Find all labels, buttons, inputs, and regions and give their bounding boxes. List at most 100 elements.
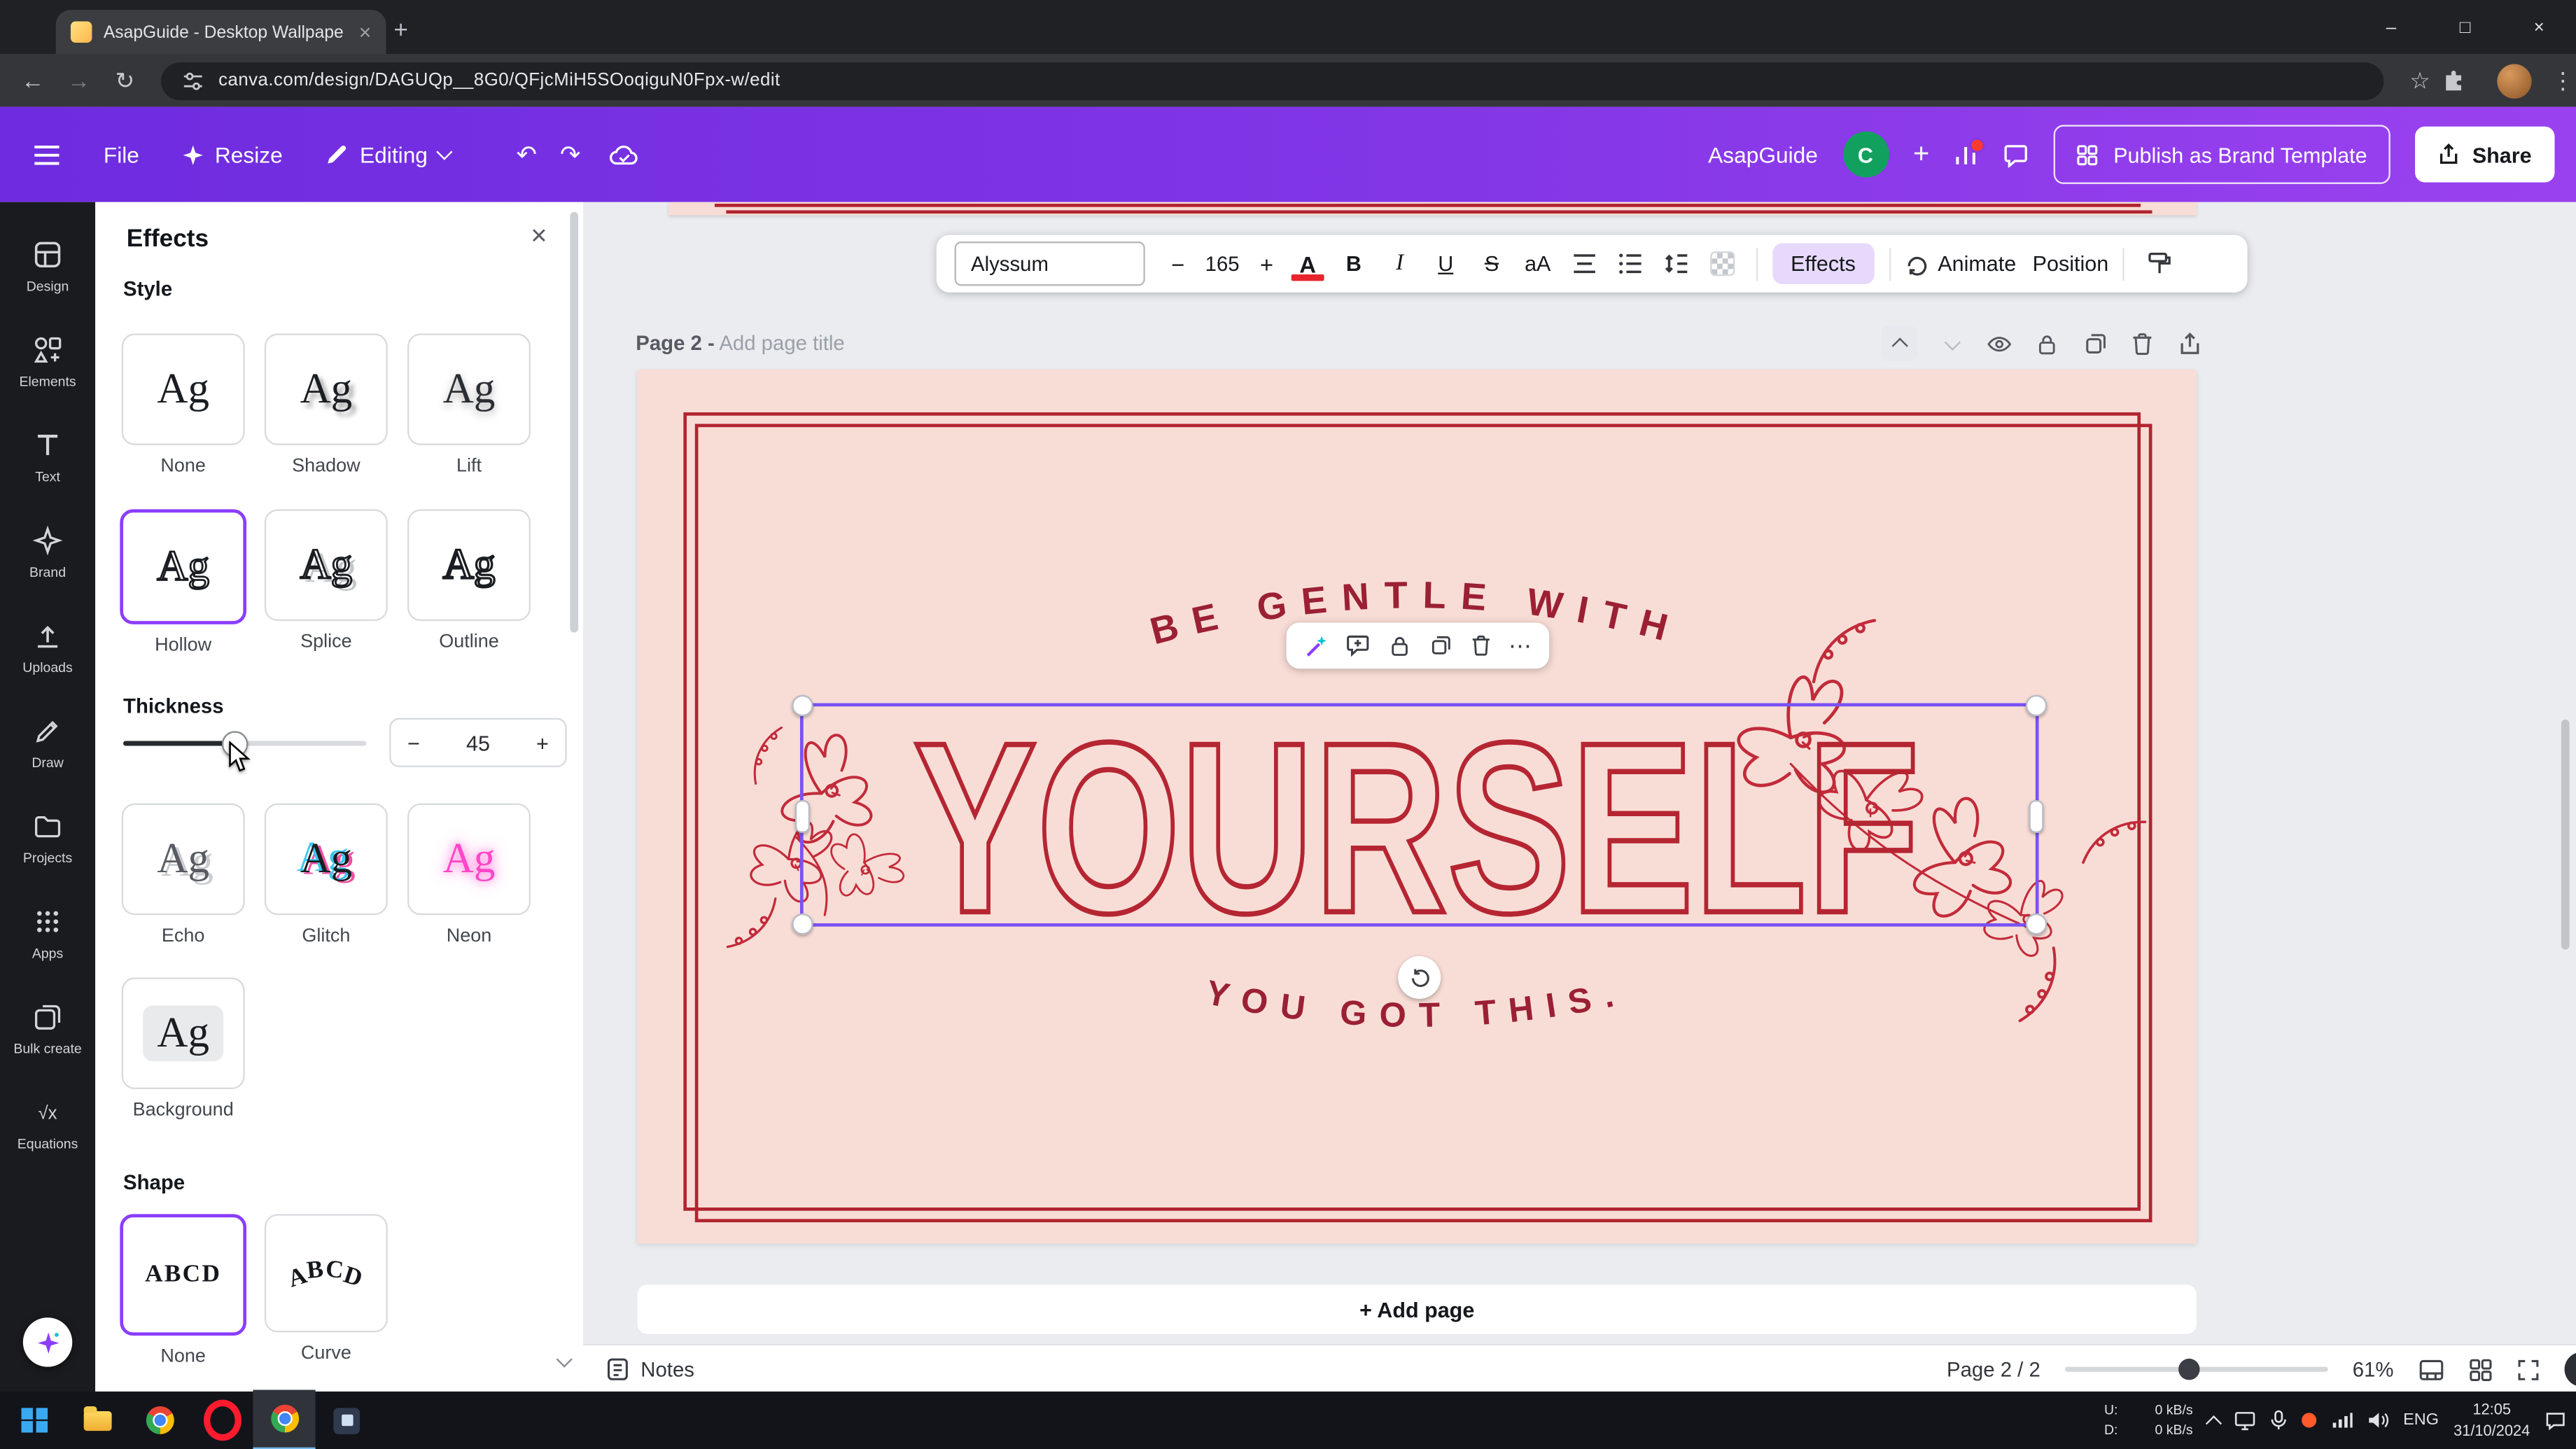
effect-card-none[interactable]: Ag None (123, 333, 243, 476)
assistant-button[interactable] (23, 1317, 72, 1366)
new-tab-button[interactable]: + (383, 11, 419, 48)
browser-profile-avatar[interactable] (2497, 63, 2531, 97)
browser-tab[interactable]: AsapGuide - Desktop Wallpape × (56, 10, 386, 54)
delete-page-button[interactable] (2129, 330, 2156, 357)
share-button[interactable]: Share (2415, 127, 2555, 183)
move-page-up-button[interactable] (1881, 326, 1917, 362)
magic-edit-button[interactable] (1304, 634, 1329, 658)
effect-card-background[interactable]: Ag Background (123, 977, 243, 1120)
sidebar-item-text[interactable]: Text (0, 409, 95, 504)
sidebar-item-apps[interactable]: Apps (0, 886, 95, 981)
language-indicator[interactable]: ENG (2403, 1411, 2439, 1429)
duplicate-element-button[interactable] (1429, 634, 1452, 657)
file-menu-button[interactable]: File (104, 142, 139, 167)
animate-button[interactable]: Animate (1905, 251, 2016, 276)
duplicate-page-button[interactable] (2082, 330, 2108, 357)
alignment-button[interactable] (1564, 253, 1603, 274)
list-button[interactable] (1610, 253, 1649, 274)
tray-monitor-button[interactable] (2234, 1410, 2255, 1430)
taskbar-clock[interactable]: 12:05 31/10/2024 (2454, 1399, 2530, 1441)
extensions-icon[interactable] (2443, 70, 2489, 92)
sidebar-item-bulk-create[interactable]: Bulk create (0, 981, 95, 1076)
zoom-value[interactable]: 61% (2353, 1358, 2394, 1381)
account-name[interactable]: AsapGuide (1708, 142, 1818, 167)
action-center-button[interactable] (2544, 1410, 2566, 1430)
window-maximize-button[interactable]: □ (2428, 0, 2502, 54)
shape-card-none[interactable]: ABCD None (123, 1214, 243, 1366)
tray-mic-button[interactable] (2270, 1410, 2286, 1432)
redo-button[interactable]: ↷ (560, 139, 581, 169)
notes-button[interactable]: Notes (606, 1357, 694, 1382)
start-button[interactable] (4, 1392, 66, 1449)
delete-element-button[interactable] (1469, 634, 1491, 657)
effect-card-glitch[interactable]: Ag Glitch (266, 804, 386, 946)
effect-card-echo[interactable]: Ag Echo (123, 804, 243, 946)
effect-card-lift[interactable]: Ag Lift (409, 333, 528, 476)
effects-button[interactable]: Effects (1772, 243, 1873, 284)
taskbar-chrome[interactable] (128, 1392, 190, 1449)
effect-card-outline[interactable]: Ag Outline (409, 510, 528, 656)
resize-handle-right[interactable] (2029, 800, 2043, 833)
transparency-button[interactable] (1702, 251, 1741, 276)
tray-network-button[interactable] (2331, 1411, 2353, 1429)
back-button[interactable]: ← (10, 67, 56, 94)
sidebar-item-projects[interactable]: Projects (0, 790, 95, 886)
text-case-button[interactable]: aA (1518, 251, 1558, 276)
sidebar-item-uploads[interactable]: Uploads (0, 600, 95, 695)
insights-button[interactable] (1954, 142, 1979, 167)
rotate-handle[interactable] (1398, 956, 1441, 999)
position-button[interactable]: Position (2033, 251, 2109, 276)
thickness-minus-button[interactable]: − (407, 730, 420, 755)
effect-card-splice[interactable]: Ag Splice (266, 510, 386, 656)
resize-handle-bottom-right[interactable] (2026, 913, 2047, 935)
comment-button[interactable] (1346, 634, 1371, 657)
thickness-value[interactable]: 45 (466, 730, 490, 755)
panel-close-icon[interactable]: × (531, 220, 547, 253)
font-size-value[interactable]: 165 (1199, 252, 1245, 275)
zoom-slider-thumb[interactable] (2178, 1358, 2200, 1380)
add-member-button[interactable]: + (1913, 138, 1929, 171)
grid-view-button[interactable] (2469, 1358, 2492, 1381)
publish-brand-template-button[interactable]: Publish as Brand Template (2054, 125, 2390, 183)
sidebar-item-design[interactable]: Design (0, 218, 95, 314)
sidebar-item-draw[interactable]: Draw (0, 695, 95, 790)
resize-handle-top-right[interactable] (2026, 695, 2047, 717)
pages-view-button[interactable] (2418, 1358, 2445, 1381)
window-close-button[interactable]: × (2502, 0, 2576, 54)
taskbar-file-explorer[interactable] (66, 1392, 128, 1449)
undo-button[interactable]: ↶ (517, 139, 538, 169)
tray-volume-button[interactable] (2367, 1411, 2388, 1429)
bold-button[interactable]: B (1334, 251, 1373, 276)
text-color-button[interactable]: A (1288, 251, 1327, 277)
selection-box[interactable] (800, 703, 2039, 926)
zoom-slider[interactable] (2065, 1367, 2328, 1371)
font-size-decrease-button[interactable]: − (1163, 251, 1193, 277)
sidebar-item-elements[interactable]: Elements (0, 314, 95, 409)
user-avatar[interactable]: C (1842, 132, 1889, 178)
font-size-increase-button[interactable]: + (1252, 251, 1281, 277)
taskbar-opera[interactable] (190, 1392, 253, 1449)
resize-button[interactable]: Resize (182, 142, 283, 167)
tray-recorder-button[interactable] (2302, 1413, 2316, 1427)
more-options-button[interactable]: ⋯ (1508, 631, 1532, 659)
address-bar[interactable]: canva.com/design/DAGUQp__8G0/QFjcMiH5SOo… (161, 62, 2384, 99)
save-status-button[interactable] (610, 143, 640, 166)
window-minimize-button[interactable]: – (2354, 0, 2428, 54)
lock-element-button[interactable] (1388, 634, 1411, 657)
add-page-button[interactable]: + Add page (638, 1284, 2197, 1334)
effect-card-hollow[interactable]: Ag Hollow (123, 510, 243, 656)
forward-button[interactable]: → (56, 67, 102, 94)
bookmark-star-icon[interactable]: ☆ (2397, 66, 2443, 94)
design-canvas-area[interactable]: Page 2 - Add page title (583, 202, 2576, 1344)
resize-handle-top-left[interactable] (792, 695, 813, 717)
browser-menu-icon[interactable]: ⋮ (2540, 66, 2576, 94)
taskbar-app[interactable] (316, 1392, 378, 1449)
resize-handle-left[interactable] (795, 800, 810, 833)
spacing-button[interactable] (1656, 253, 1695, 274)
tray-expand-icon[interactable] (2205, 1415, 2221, 1431)
page-1-preview[interactable] (668, 202, 2197, 216)
underline-button[interactable]: U (1426, 251, 1465, 276)
italic-button[interactable]: I (1380, 251, 1419, 277)
resize-handle-bottom-left[interactable] (792, 913, 813, 935)
canvas-scrollbar[interactable] (2561, 720, 2570, 950)
